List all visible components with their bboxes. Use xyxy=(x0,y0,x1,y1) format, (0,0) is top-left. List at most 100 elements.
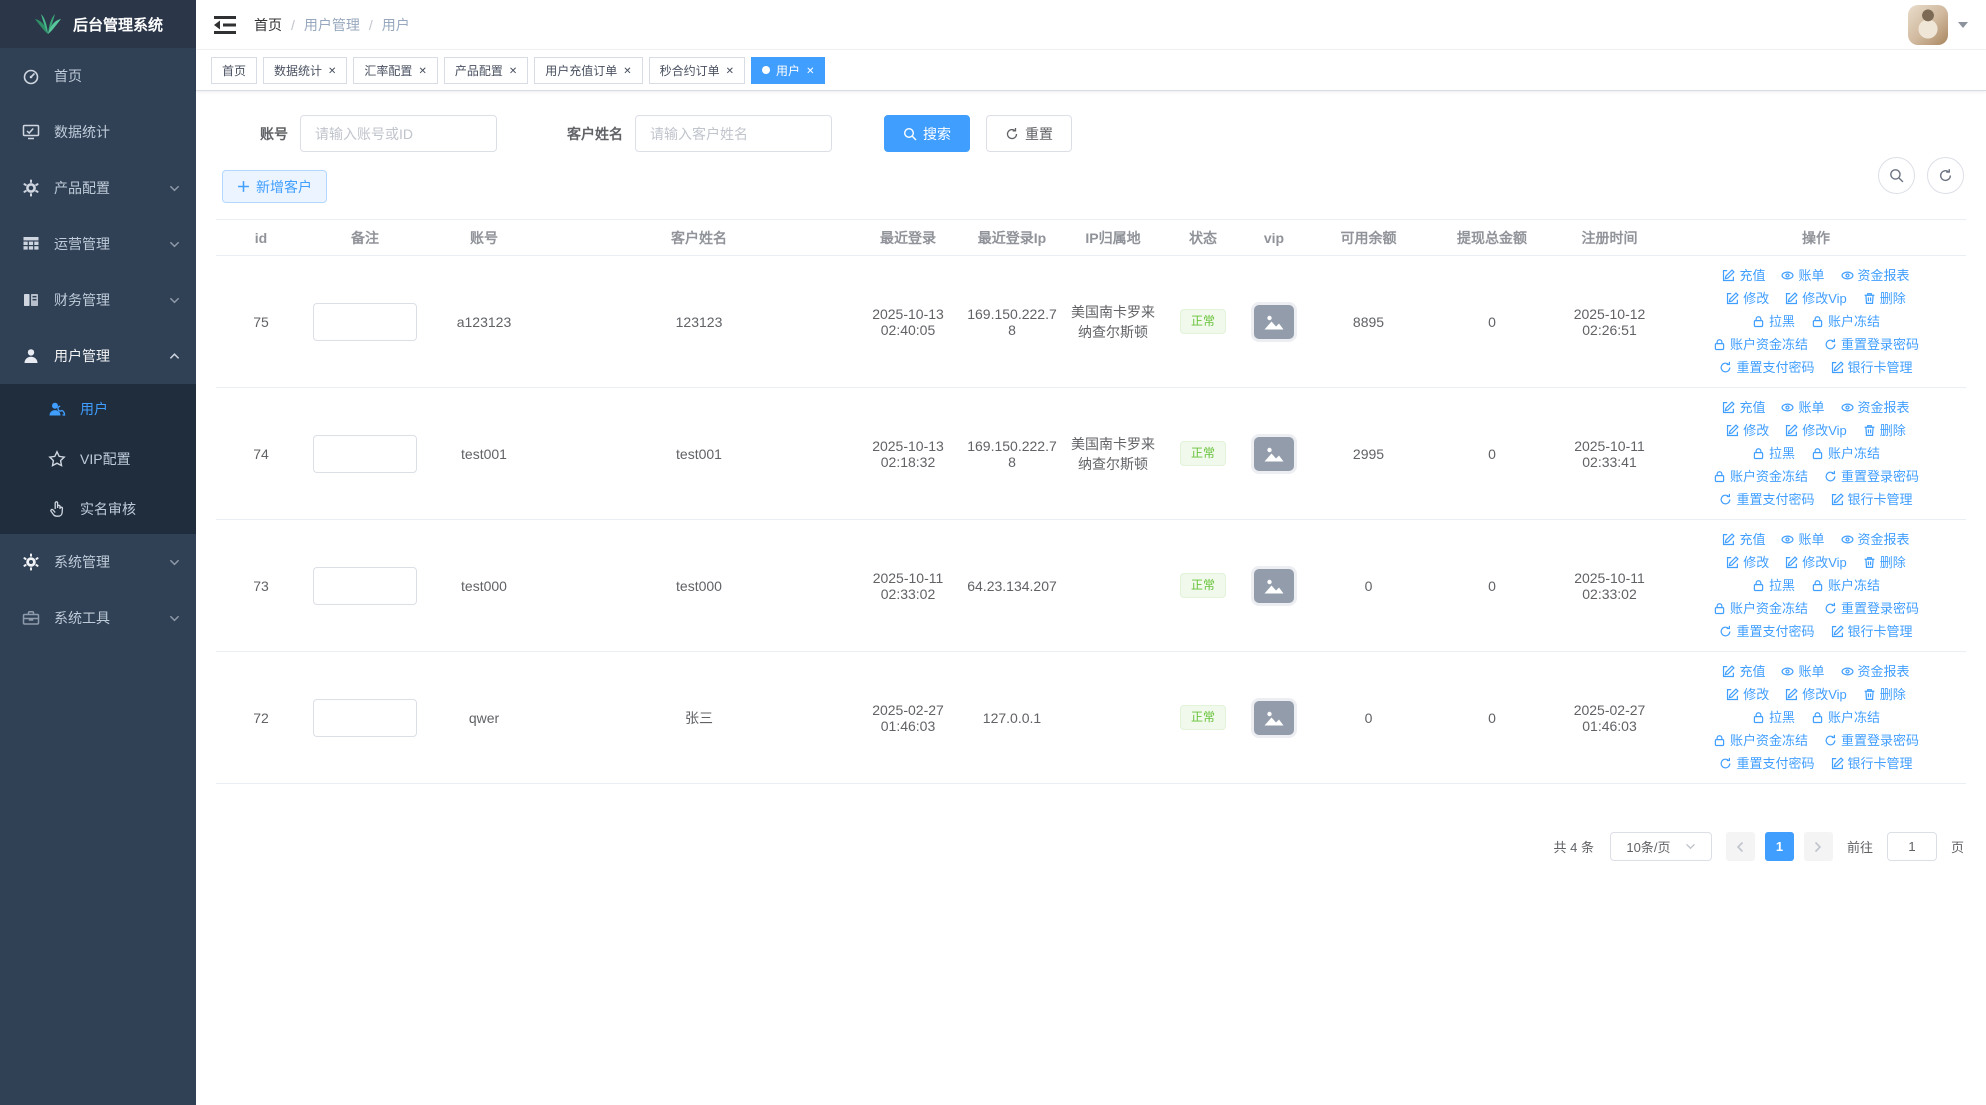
close-icon[interactable] xyxy=(509,64,517,77)
recharge-link[interactable]: 充值 xyxy=(1722,396,1765,419)
sidebar-item-product-config[interactable]: 产品配置 xyxy=(0,160,196,216)
search-button[interactable]: 搜索 xyxy=(884,115,970,152)
freeze-funds-link[interactable]: 账户资金冻结 xyxy=(1713,729,1808,752)
freeze-funds-link[interactable]: 账户资金冻结 xyxy=(1713,333,1808,356)
add-customer-button[interactable]: 新增客户 xyxy=(222,170,327,203)
funds-report-link[interactable]: 资金报表 xyxy=(1840,660,1910,683)
bills-link[interactable]: 账单 xyxy=(1781,396,1825,419)
bills-link[interactable]: 账单 xyxy=(1781,528,1825,551)
prev-page-button[interactable] xyxy=(1725,832,1755,861)
reset-pay-password-link[interactable]: 重置支付密码 xyxy=(1719,356,1815,379)
tab-recharge-orders[interactable]: 用户充值订单 xyxy=(534,56,643,84)
sidebar-item-operations[interactable]: 运营管理 xyxy=(0,216,196,272)
sidebar-item-system-management[interactable]: 系统管理 xyxy=(0,534,196,590)
edit-link[interactable]: 修改 xyxy=(1726,683,1769,706)
bank-card-management-link[interactable]: 银行卡管理 xyxy=(1831,356,1913,379)
tab-statistics[interactable]: 数据统计 xyxy=(263,56,348,84)
close-icon[interactable] xyxy=(328,64,336,77)
bills-link[interactable]: 账单 xyxy=(1781,264,1825,287)
delete-link[interactable]: 删除 xyxy=(1863,683,1906,706)
reset-pay-password-link[interactable]: 重置支付密码 xyxy=(1719,752,1815,775)
sidebar-item-realname-audit[interactable]: 实名审核 xyxy=(0,484,196,534)
vip-image-placeholder[interactable] xyxy=(1254,436,1294,471)
recharge-link[interactable]: 充值 xyxy=(1722,528,1765,551)
blacklist-link[interactable]: 拉黑 xyxy=(1752,310,1795,333)
tab-exchange-rate-config[interactable]: 汇率配置 xyxy=(353,56,438,84)
edit-vip-link[interactable]: 修改Vip xyxy=(1785,287,1847,310)
remark-input[interactable] xyxy=(313,302,417,341)
blacklist-link[interactable]: 拉黑 xyxy=(1752,706,1795,729)
close-icon[interactable] xyxy=(418,64,426,77)
remark-input[interactable] xyxy=(313,698,417,737)
freeze-account-link[interactable]: 账户冻结 xyxy=(1811,706,1880,729)
freeze-funds-link[interactable]: 账户资金冻结 xyxy=(1713,597,1808,620)
edit-link[interactable]: 修改 xyxy=(1726,551,1769,574)
edit-vip-link[interactable]: 修改Vip xyxy=(1785,683,1847,706)
breadcrumb-item-user-management[interactable]: 用户管理 xyxy=(304,15,360,35)
sidebar-item-statistics[interactable]: 数据统计 xyxy=(0,104,196,160)
reset-login-password-link[interactable]: 重置登录密码 xyxy=(1824,333,1919,356)
reset-button[interactable]: 重置 xyxy=(986,115,1072,152)
close-icon[interactable] xyxy=(726,64,734,77)
customer-name-input[interactable] xyxy=(635,115,832,152)
reset-login-password-link[interactable]: 重置登录密码 xyxy=(1824,729,1919,752)
bank-card-management-link[interactable]: 银行卡管理 xyxy=(1831,488,1913,511)
sidebar-fold-icon[interactable] xyxy=(214,15,236,35)
bank-card-management-link[interactable]: 银行卡管理 xyxy=(1831,620,1913,643)
sidebar-item-user-management[interactable]: 用户管理 xyxy=(0,328,196,384)
breadcrumb-item-home[interactable]: 首页 xyxy=(254,15,282,35)
avatar[interactable] xyxy=(1908,4,1948,45)
bills-link[interactable]: 账单 xyxy=(1781,660,1825,683)
freeze-funds-link[interactable]: 账户资金冻结 xyxy=(1713,465,1808,488)
page-number-1[interactable]: 1 xyxy=(1764,832,1794,861)
tab-users[interactable]: 用户 xyxy=(751,56,826,84)
delete-link[interactable]: 删除 xyxy=(1863,419,1906,442)
sidebar-item-vip-config[interactable]: VIP配置 xyxy=(0,434,196,484)
close-icon[interactable] xyxy=(806,64,814,77)
recharge-link[interactable]: 充值 xyxy=(1722,660,1765,683)
edit-vip-link[interactable]: 修改Vip xyxy=(1785,419,1847,442)
sidebar-item-home[interactable]: 首页 xyxy=(0,48,196,104)
sidebar-submenu-user-management: 用户 VIP配置 实名审核 xyxy=(0,384,196,534)
goto-page-input[interactable] xyxy=(1886,832,1937,861)
tab-home[interactable]: 首页 xyxy=(211,56,258,84)
funds-report-link[interactable]: 资金报表 xyxy=(1840,396,1910,419)
tab-product-config[interactable]: 产品配置 xyxy=(443,56,529,84)
edit-link[interactable]: 修改 xyxy=(1726,419,1769,442)
remark-input[interactable] xyxy=(313,434,417,473)
bank-card-management-label: 银行卡管理 xyxy=(1847,492,1913,507)
edit-link[interactable]: 修改 xyxy=(1726,287,1769,310)
edit-vip-link[interactable]: 修改Vip xyxy=(1785,551,1847,574)
freeze-account-link[interactable]: 账户冻结 xyxy=(1811,310,1880,333)
vip-image-placeholder[interactable] xyxy=(1254,700,1294,735)
reset-pay-password-link[interactable]: 重置支付密码 xyxy=(1719,620,1815,643)
close-icon[interactable] xyxy=(623,64,631,77)
blacklist-link[interactable]: 拉黑 xyxy=(1752,574,1795,597)
refresh-table-button[interactable] xyxy=(1927,157,1964,194)
funds-report-link[interactable]: 资金报表 xyxy=(1840,264,1910,287)
freeze-account-link[interactable]: 账户冻结 xyxy=(1811,574,1880,597)
page-size-select[interactable]: 10条/页 xyxy=(1609,832,1712,861)
blacklist-link[interactable]: 拉黑 xyxy=(1752,442,1795,465)
show-search-button[interactable] xyxy=(1878,157,1915,194)
sidebar-item-system-tools[interactable]: 系统工具 xyxy=(0,590,196,646)
cell-last-login-ip: 169.150.222.78 xyxy=(962,387,1062,520)
freeze-account-link[interactable]: 账户冻结 xyxy=(1811,442,1880,465)
delete-link[interactable]: 删除 xyxy=(1863,551,1906,574)
reset-pay-password-link[interactable]: 重置支付密码 xyxy=(1719,488,1815,511)
reset-login-password-link[interactable]: 重置登录密码 xyxy=(1824,597,1919,620)
funds-report-link[interactable]: 资金报表 xyxy=(1840,528,1910,551)
bank-card-management-link[interactable]: 银行卡管理 xyxy=(1831,752,1913,775)
vip-image-placeholder[interactable] xyxy=(1254,568,1294,603)
sidebar-item-users[interactable]: 用户 xyxy=(0,384,196,434)
remark-input[interactable] xyxy=(313,566,417,605)
delete-link[interactable]: 删除 xyxy=(1863,287,1906,310)
recharge-link[interactable]: 充值 xyxy=(1722,264,1765,287)
reset-login-password-link[interactable]: 重置登录密码 xyxy=(1824,465,1919,488)
tab-contract-orders[interactable]: 秒合约订单 xyxy=(648,56,746,84)
account-input[interactable] xyxy=(300,115,497,152)
caret-down-icon[interactable] xyxy=(1958,21,1968,28)
next-page-button[interactable] xyxy=(1803,832,1833,861)
sidebar-item-finance[interactable]: 财务管理 xyxy=(0,272,196,328)
vip-image-placeholder[interactable] xyxy=(1254,304,1294,339)
